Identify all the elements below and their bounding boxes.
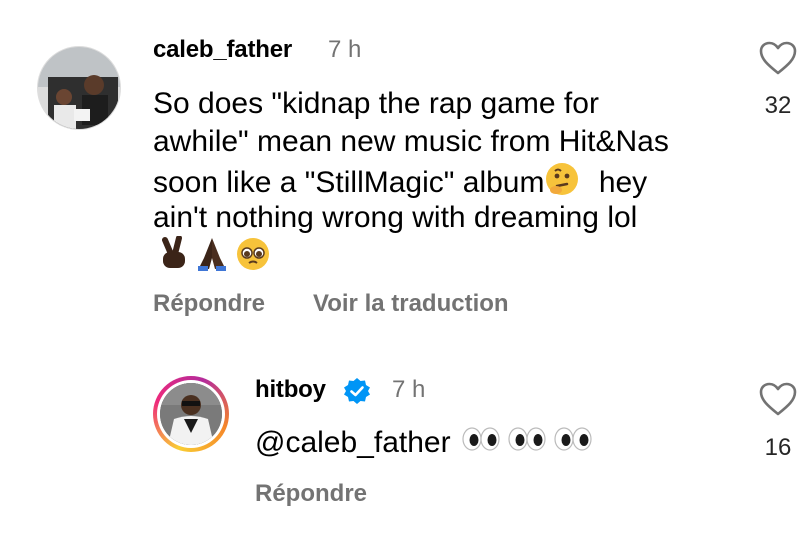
comment-time: 7 h (328, 36, 362, 63)
comment-emoji-row (157, 234, 271, 277)
eyes-icon (553, 424, 593, 462)
heart-outline-icon[interactable] (758, 381, 798, 417)
comment-username[interactable]: caleb_father (153, 36, 292, 64)
eyes-emoji-group (461, 424, 593, 462)
see-translation-button[interactable]: Voir la traduction (313, 290, 509, 318)
avatar-hitboy[interactable] (153, 376, 229, 452)
comment-line-3-after: hey (598, 165, 648, 199)
comment-line-2: awhile" mean new music from Hit&Nas (153, 125, 669, 158)
mention-link[interactable]: @caleb_father (255, 424, 451, 462)
comment-line-1: So does "kidnap the rap game for (153, 87, 599, 120)
reply-button[interactable]: Répondre (153, 290, 265, 318)
comment-line-4: ain't nothing wrong with dreaming lol (153, 201, 638, 234)
avatar-photo (160, 383, 222, 445)
avatar-caleb-father[interactable] (37, 46, 121, 130)
like-count-2: 16 (764, 434, 792, 461)
victory-hand-dark-icon (157, 234, 189, 277)
comment-line-3-text: soon like a "StillMagic" album (153, 165, 545, 199)
heart-outline-icon[interactable] (758, 40, 798, 76)
reply-button-2[interactable]: Répondre (255, 480, 367, 508)
eyes-icon (461, 424, 501, 462)
pleading-face-icon (235, 236, 271, 277)
eyes-icon (507, 424, 547, 462)
folded-hands-dark-icon (195, 236, 229, 277)
reply-text: @caleb_father (255, 424, 593, 462)
avatar-photo (38, 47, 120, 129)
reply-time: 7 h (392, 376, 426, 403)
reply-username[interactable]: hitboy (255, 376, 326, 404)
verified-badge-icon (343, 377, 371, 405)
like-count: 32 (764, 92, 792, 119)
